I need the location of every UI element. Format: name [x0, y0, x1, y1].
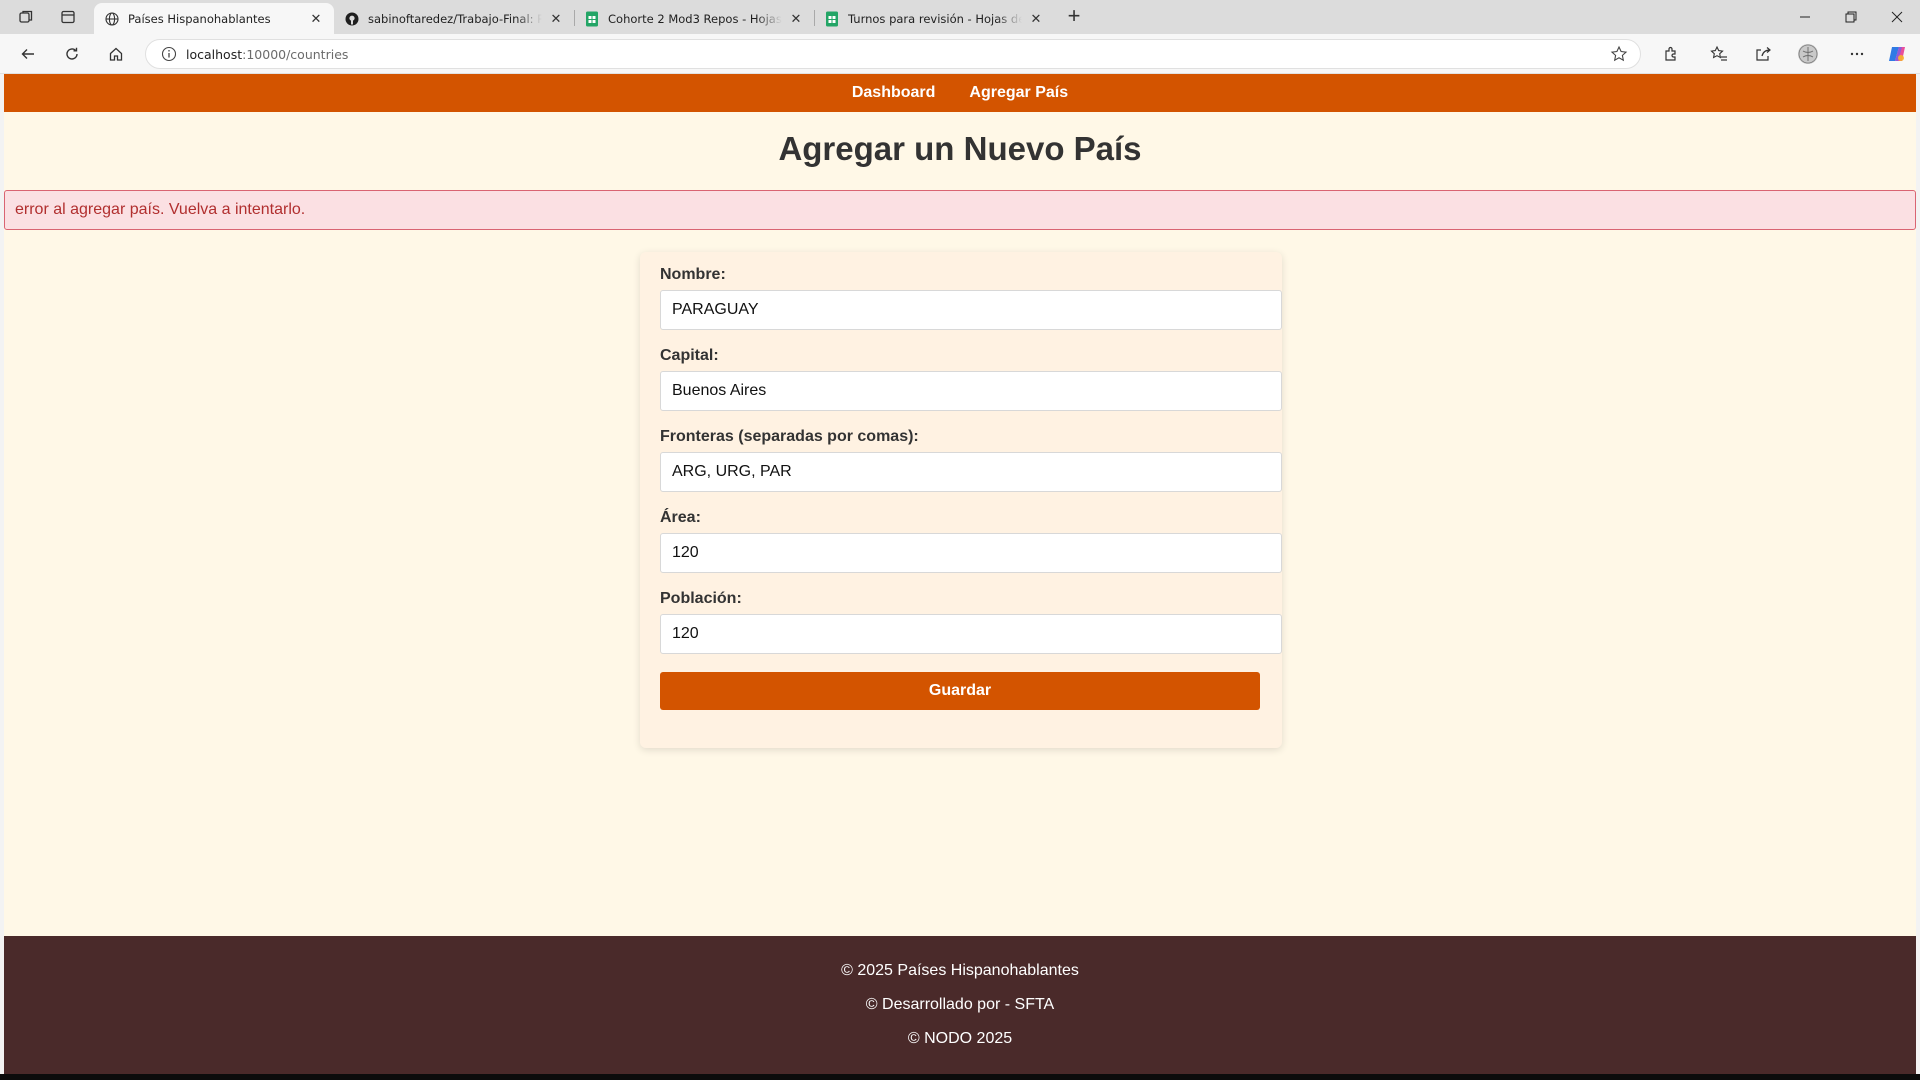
tab-title: Turnos para revisión - Hojas de cá — [848, 11, 1022, 26]
favorite-star-icon[interactable] — [1610, 45, 1628, 68]
nav-link-dashboard[interactable]: Dashboard — [852, 84, 936, 102]
area-input[interactable] — [660, 533, 1282, 573]
close-tab-icon[interactable]: ✕ — [308, 11, 324, 27]
vertical-tabs-icon[interactable] — [56, 6, 80, 28]
share-icon[interactable] — [1750, 42, 1776, 66]
restore-icon[interactable] — [1828, 0, 1874, 34]
site-navbar: Dashboard Agregar País — [4, 74, 1916, 112]
capital-input[interactable] — [660, 371, 1282, 411]
browser-tab-bar: Países Hispanohablantes ✕ sabinoftaredez… — [0, 0, 1920, 34]
browser-tab[interactable]: Turnos para revisión - Hojas de cá ✕ — [814, 3, 1054, 34]
browser-toolbar: localhost:10000/countries — [0, 34, 1920, 74]
page-title: Agregar un Nuevo País — [778, 130, 1142, 167]
population-label: Población: — [660, 590, 742, 607]
browser-tab-active[interactable]: Países Hispanohablantes ✕ — [94, 3, 334, 34]
close-window-icon[interactable] — [1874, 0, 1920, 34]
name-input[interactable] — [660, 290, 1282, 330]
url-text: localhost:10000/countries — [186, 46, 349, 62]
close-tab-icon[interactable]: ✕ — [788, 11, 804, 27]
close-tab-icon[interactable]: ✕ — [1028, 11, 1044, 27]
more-options-icon[interactable] — [1844, 42, 1870, 66]
population-input[interactable] — [660, 614, 1282, 654]
sheets-icon — [824, 11, 840, 27]
globe-icon — [104, 11, 120, 27]
tab-title: Países Hispanohablantes — [128, 11, 271, 26]
name-label: Nombre: — [660, 266, 726, 283]
refresh-icon[interactable] — [58, 42, 86, 66]
copilot-icon[interactable] — [1884, 42, 1910, 66]
sheets-icon — [584, 11, 600, 27]
borders-input[interactable] — [660, 452, 1282, 492]
save-button[interactable]: Guardar — [660, 672, 1260, 710]
workspaces-icon[interactable] — [14, 6, 38, 28]
close-tab-icon[interactable]: ✕ — [548, 11, 564, 27]
area-label: Área: — [660, 509, 701, 526]
window-bottom-edge — [0, 1074, 1920, 1080]
new-tab-button[interactable]: + — [1062, 5, 1086, 29]
capital-label: Capital: — [660, 347, 719, 364]
browser-tab[interactable]: sabinoftaredez/Trabajo-Final: Pres ✕ — [334, 3, 574, 34]
extensions-icon[interactable] — [1658, 42, 1684, 66]
site-footer: © 2025 Países Hispanohablantes © Desarro… — [4, 936, 1916, 1074]
back-arrow-icon[interactable] — [14, 42, 42, 66]
favorites-icon[interactable] — [1706, 42, 1732, 66]
github-icon — [344, 11, 360, 27]
home-icon[interactable] — [102, 42, 130, 66]
address-bar[interactable]: localhost:10000/countries — [145, 39, 1641, 69]
tab-title: Cohorte 2 Mod3 Repos - Hojas de c — [608, 11, 782, 26]
site-info-icon[interactable] — [154, 46, 184, 62]
error-alert: error al agregar país. Vuelva a intentar… — [4, 190, 1916, 230]
page-viewport: Dashboard Agregar País Agregar un Nuevo … — [4, 74, 1916, 1074]
footer-org: © NODO 2025 — [907, 1030, 1013, 1047]
minimize-icon[interactable] — [1782, 0, 1828, 34]
footer-copyright: © 2025 Países Hispanohablantes — [841, 962, 1079, 979]
borders-label: Fronteras (separadas por comas): — [660, 428, 919, 445]
footer-developer: © Desarrollado por - SFTA — [865, 996, 1055, 1013]
add-country-form: Nombre: Capital: Fronteras (separadas po… — [640, 252, 1282, 748]
tab-title: sabinoftaredez/Trabajo-Final: Pres — [368, 11, 542, 26]
profile-avatar-icon[interactable] — [1795, 42, 1821, 66]
nav-link-add-country[interactable]: Agregar País — [969, 84, 1068, 102]
browser-tab[interactable]: Cohorte 2 Mod3 Repos - Hojas de c ✕ — [574, 3, 814, 34]
